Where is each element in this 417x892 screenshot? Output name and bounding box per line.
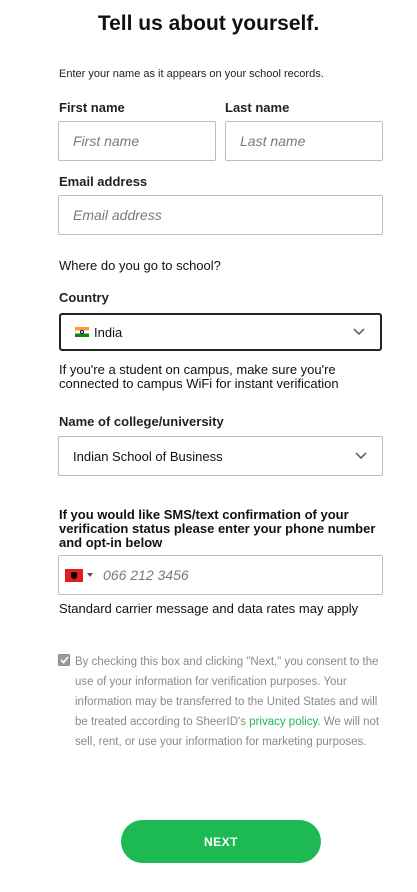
country-label: Country — [59, 290, 109, 305]
phone-input[interactable] — [93, 556, 382, 594]
intro-text: Enter your name as it appears on your sc… — [59, 68, 324, 80]
india-flag-icon — [75, 327, 89, 337]
phone-field — [58, 555, 383, 595]
consent-checkbox[interactable] — [58, 654, 70, 666]
last-name-input[interactable] — [225, 121, 383, 161]
check-icon — [59, 656, 69, 664]
privacy-policy-link[interactable]: privacy policy — [249, 716, 317, 728]
chevron-down-icon — [352, 325, 366, 339]
consent-text: By checking this box and clicking "Next,… — [75, 652, 385, 752]
country-value: India — [94, 324, 123, 340]
carrier-note: Standard carrier message and data rates … — [59, 601, 359, 616]
college-value: Indian School of Business — [73, 448, 223, 464]
campus-note: If you're a student on campus, make sure… — [59, 362, 339, 391]
email-label: Email address — [59, 174, 148, 189]
first-name-label: First name — [59, 100, 125, 115]
country-select[interactable]: India — [59, 313, 382, 351]
albania-flag-icon — [65, 568, 83, 582]
next-button[interactable]: NEXT — [121, 820, 321, 863]
last-name-label: Last name — [225, 100, 290, 115]
email-input[interactable] — [58, 195, 383, 235]
page-title: Tell us about yourself. — [97, 12, 320, 35]
college-label: Name of college/university — [59, 414, 224, 429]
sms-note: If you would like SMS/text confirmation … — [59, 507, 376, 550]
country-code-selector[interactable] — [59, 556, 93, 594]
college-select[interactable]: Indian School of Business — [58, 436, 383, 476]
school-question: Where do you go to school? — [59, 258, 221, 273]
first-name-input[interactable] — [58, 121, 216, 161]
chevron-down-icon — [354, 449, 368, 463]
